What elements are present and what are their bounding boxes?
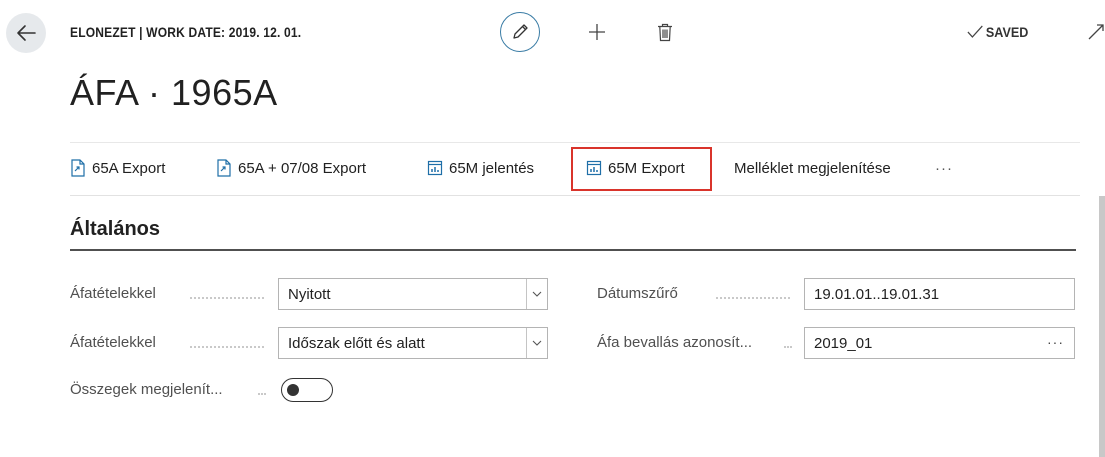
action-melleklet-megjelenitese[interactable]: Melléklet megjelenítése	[734, 142, 891, 194]
leader-dots	[190, 346, 264, 349]
delete-button[interactable]	[652, 17, 678, 47]
plus-icon	[589, 24, 605, 40]
action-highlight-box	[571, 147, 712, 191]
saved-label: SAVED	[985, 24, 1029, 40]
chevron-down-icon	[526, 279, 547, 309]
more-actions-button[interactable]: ···	[935, 142, 953, 194]
field-label-datumszuro: Dátumszűrő	[597, 285, 678, 302]
toggle-knob	[287, 384, 299, 396]
action-bar: 65A Export 65A + 07/08 Export 65M jelent…	[70, 142, 1080, 196]
leader-dots	[190, 297, 264, 300]
action-label: 65A + 07/08 Export	[238, 159, 367, 177]
select-value: Nyitott	[288, 285, 331, 303]
page-title: ÁFA · 1965A	[70, 72, 278, 113]
section-title: Általános	[70, 218, 161, 240]
osszegek-toggle[interactable]	[281, 378, 333, 402]
field-label-afatetelekkel: Áfatételekkel	[70, 285, 156, 302]
action-label: 65M jelentés	[449, 159, 535, 177]
lookup-ellipsis-button[interactable]: ···	[1047, 334, 1064, 350]
leader-dots	[258, 393, 266, 396]
datumszuro-input[interactable]: 19.01.01..19.01.31	[804, 278, 1075, 310]
action-65a-0708-export[interactable]: 65A + 07/08 Export	[216, 142, 366, 194]
document-export-icon	[71, 159, 85, 177]
saved-status: SAVED	[967, 24, 1028, 40]
edit-button[interactable]	[500, 12, 540, 52]
section-divider	[70, 249, 1076, 251]
field-label-afa-bevallas: Áfa bevallás azonosít...	[597, 334, 753, 351]
page-caption: ELONEZET | WORK DATE: 2019. 12. 01.	[70, 24, 302, 40]
action-label: Melléklet megjelenítése	[734, 159, 891, 177]
leader-dots	[716, 297, 790, 300]
more-icon: ···	[935, 159, 953, 177]
pencil-icon	[513, 24, 528, 39]
select-value: Időszak előtt és alatt	[288, 334, 425, 352]
document-export-icon	[217, 159, 231, 177]
field-label-afatetelekkel-2: Áfatételekkel	[70, 334, 156, 351]
chevron-down-icon	[526, 328, 547, 358]
leader-dots	[784, 346, 792, 349]
new-button[interactable]	[583, 17, 611, 47]
expand-button[interactable]	[1086, 18, 1105, 44]
back-button[interactable]	[6, 13, 46, 53]
action-label: 65A Export	[92, 159, 166, 177]
arrow-left-icon	[17, 25, 36, 41]
checkmark-icon	[967, 25, 983, 38]
action-65a-export[interactable]: 65A Export	[70, 142, 165, 194]
report-icon	[427, 160, 443, 176]
input-value: 19.01.01..19.01.31	[814, 285, 940, 303]
field-label-osszegek: Összegek megjelenít...	[70, 381, 223, 398]
afatetelekkel-period-select[interactable]: Időszak előtt és alatt	[278, 327, 548, 359]
afa-bevallas-input[interactable]: 2019_01 ···	[804, 327, 1075, 359]
vertical-scrollbar[interactable]	[1099, 196, 1105, 457]
action-65m-jelentes[interactable]: 65M jelentés	[427, 142, 534, 194]
expand-icon	[1088, 24, 1104, 40]
afatetelekkel-select[interactable]: Nyitott	[278, 278, 548, 310]
input-value: 2019_01	[814, 334, 873, 352]
trash-icon	[658, 23, 672, 41]
